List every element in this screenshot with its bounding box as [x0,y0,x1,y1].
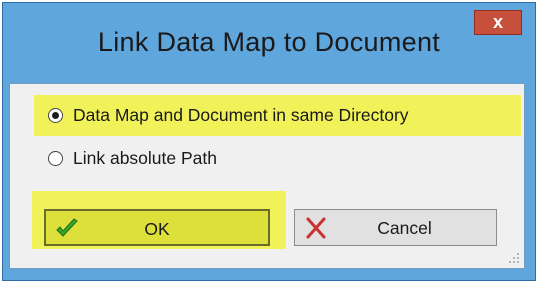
radio-same-directory-label: Data Map and Document in same Directory [73,105,409,125]
ok-button-label: OK [144,219,170,239]
ok-button[interactable]: OK [44,209,270,246]
title-bar[interactable]: Link Data Map to Document x [3,3,535,83]
dialog-window: Link Data Map to Document x Data Map and… [2,2,536,281]
radio-button-checked[interactable] [48,108,63,123]
resize-grip-icon[interactable] [508,252,520,264]
cancel-button[interactable]: Cancel [294,209,497,246]
radio-absolute-path[interactable]: Link absolute Path [34,141,334,175]
radio-absolute-path-label: Link absolute Path [73,147,217,168]
dialog-title: Link Data Map to Document [97,27,441,57]
close-button[interactable]: x [474,10,522,35]
radio-same-directory[interactable]: Data Map and Document in same Directory [34,95,521,136]
radio-button-unchecked[interactable] [48,150,63,166]
close-icon: x [492,12,503,32]
cancel-button-label: Cancel [377,218,432,238]
dialog-body: Data Map and Document in same Directory … [9,83,525,269]
